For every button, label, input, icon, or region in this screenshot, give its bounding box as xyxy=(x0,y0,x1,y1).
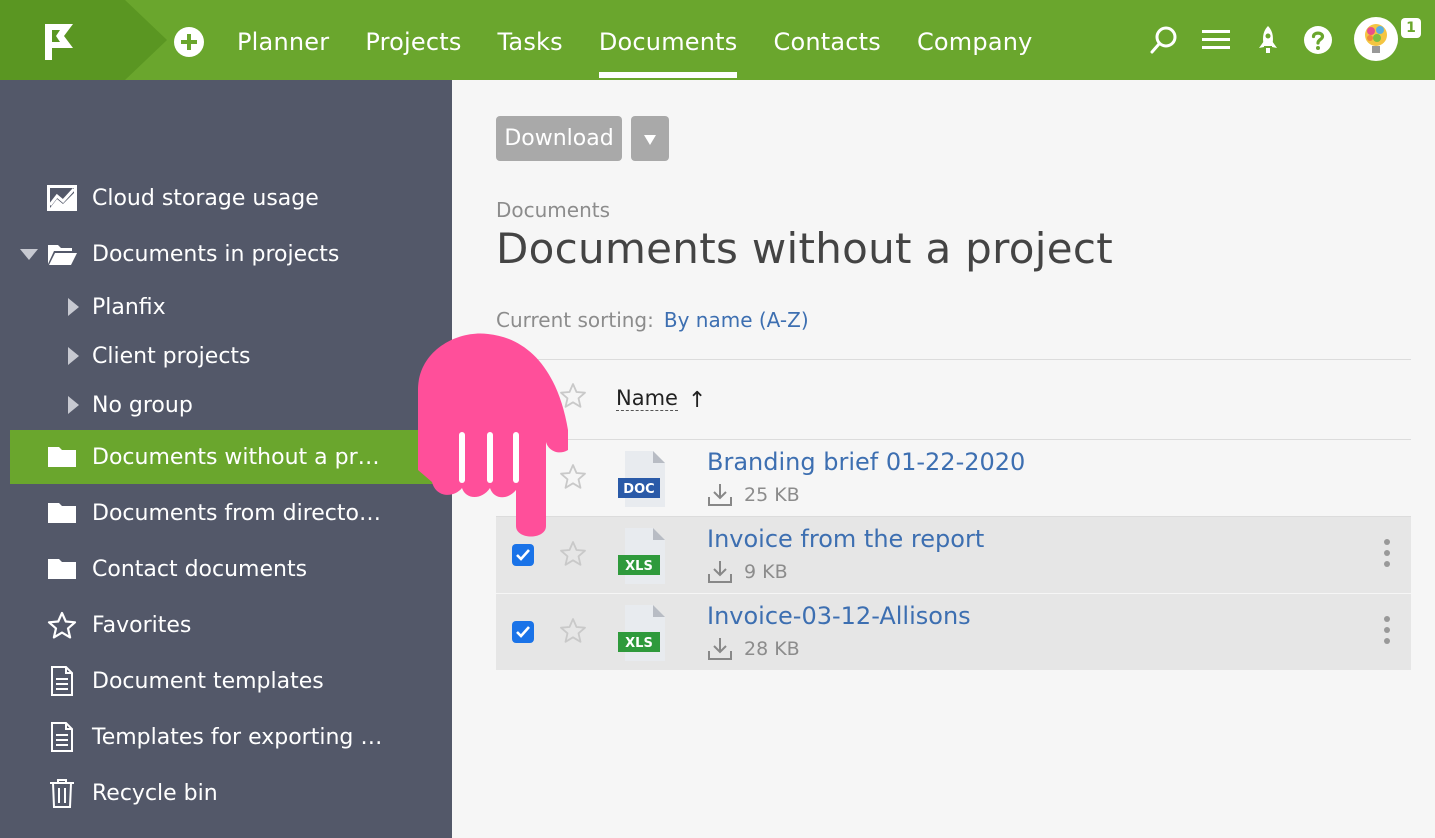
sidebar-item-document-templates[interactable]: Document templates xyxy=(0,655,452,707)
sidebar-item-label: Templates for exporting … xyxy=(92,724,383,750)
nav-contacts[interactable]: Contacts xyxy=(773,0,880,80)
xls-file-icon: XLS xyxy=(618,528,665,584)
sidebar-item-label: Documents without a pr… xyxy=(92,444,380,470)
nav-planner[interactable]: Planner xyxy=(237,0,329,80)
rocket-icon[interactable] xyxy=(1252,24,1284,56)
sidebar-item-documents-from-directories[interactable]: Documents from directo… xyxy=(0,487,452,539)
sidebar-item-label: Contact documents xyxy=(92,556,308,582)
column-name-header[interactable]: Name xyxy=(616,386,678,411)
add-new-button[interactable] xyxy=(174,27,204,57)
top-bar: Planner Projects Tasks Documents Contact… xyxy=(0,0,1435,80)
chevron-right-icon[interactable] xyxy=(68,347,79,365)
document-icon xyxy=(46,665,78,697)
sorting-label: Current sorting: xyxy=(496,308,654,332)
chart-icon xyxy=(46,182,78,214)
doc-file-icon: DOC xyxy=(618,451,665,507)
folder-open-icon xyxy=(46,238,78,270)
chevron-down-icon[interactable] xyxy=(20,248,38,260)
nav-company[interactable]: Company xyxy=(917,0,1033,80)
sidebar-item-label: Recycle bin xyxy=(92,780,218,806)
file-name-link[interactable]: Invoice-03-12-Allisons xyxy=(707,602,971,630)
download-icon[interactable] xyxy=(707,483,733,507)
file-name-link[interactable]: Invoice from the report xyxy=(707,525,984,553)
avatar-bulb-icon xyxy=(1365,24,1387,53)
table-row[interactable]: XLS Invoice-03-12-Allisons 28 KB xyxy=(496,594,1411,670)
favorite-star-icon[interactable] xyxy=(559,617,587,645)
breadcrumb[interactable]: Documents xyxy=(496,198,610,222)
sidebar-item-contact-documents[interactable]: Contact documents xyxy=(0,543,452,595)
nav-projects[interactable]: Projects xyxy=(365,0,461,80)
xls-file-icon: XLS xyxy=(618,605,665,661)
sorting-info: Current sorting: By name (A-Z) xyxy=(496,308,809,332)
table-row[interactable]: DOC Branding brief 01-22-2020 25 KB xyxy=(496,440,1411,516)
chevron-right-icon[interactable] xyxy=(68,396,79,414)
download-icon[interactable] xyxy=(707,637,733,661)
sidebar-item-export-templates[interactable]: Templates for exporting … xyxy=(0,711,452,763)
file-type-label: XLS xyxy=(625,559,653,574)
file-type-label: XLS xyxy=(625,636,653,651)
sidebar-item-label: Cloud storage usage xyxy=(92,185,319,211)
sidebar-item-recycle-bin[interactable]: Recycle bin xyxy=(0,767,452,819)
sort-arrow[interactable]: ↑ xyxy=(688,388,706,413)
help-icon[interactable] xyxy=(1302,24,1334,56)
file-name-link[interactable]: Branding brief 01-22-2020 xyxy=(707,448,1025,476)
download-button[interactable]: Download xyxy=(496,116,622,161)
folder-icon xyxy=(46,553,78,585)
favorite-star-icon[interactable] xyxy=(559,463,587,491)
table-row[interactable]: XLS Invoice from the report 9 KB xyxy=(496,517,1411,593)
row-checkbox[interactable] xyxy=(512,621,534,643)
chevron-right-icon[interactable] xyxy=(68,298,79,316)
trash-icon xyxy=(46,777,78,809)
sidebar-item-label: Documents in projects xyxy=(92,241,340,267)
sidebar-item-no-group[interactable]: No group xyxy=(0,379,452,431)
favorite-all-star-icon[interactable] xyxy=(559,382,587,410)
star-icon xyxy=(46,609,78,641)
user-avatar[interactable] xyxy=(1354,17,1398,61)
planfix-logo-icon[interactable] xyxy=(42,22,76,62)
search-icon[interactable] xyxy=(1148,24,1180,56)
favorite-star-icon[interactable] xyxy=(559,540,587,568)
sidebar-item-favorites[interactable]: Favorites xyxy=(0,599,452,651)
sidebar-item-label: Client projects xyxy=(92,343,251,369)
main-nav: Planner Projects Tasks Documents Contact… xyxy=(237,0,1033,80)
sorting-value-link[interactable]: By name (A-Z) xyxy=(664,308,809,332)
sidebar: Cloud storage usage Documents in project… xyxy=(0,80,452,838)
sidebar-item-client-projects[interactable]: Client projects xyxy=(0,330,452,382)
file-type-label: DOC xyxy=(623,482,654,497)
file-size: 28 KB xyxy=(744,638,800,660)
row-checkbox[interactable] xyxy=(512,544,534,566)
folder-icon xyxy=(46,497,78,529)
more-options-icon[interactable] xyxy=(1381,539,1393,571)
menu-icon[interactable] xyxy=(1200,24,1232,56)
sidebar-item-planfix[interactable]: Planfix xyxy=(0,281,452,333)
nav-documents[interactable]: Documents xyxy=(598,0,738,80)
sidebar-item-label: Documents from directo… xyxy=(92,500,381,526)
download-icon[interactable] xyxy=(707,560,733,584)
sidebar-item-label: No group xyxy=(92,392,193,418)
main-content: Download Documents Documents without a p… xyxy=(452,80,1435,838)
nav-tasks[interactable]: Tasks xyxy=(498,0,563,80)
folder-icon xyxy=(46,441,78,473)
sidebar-item-label: Favorites xyxy=(92,612,192,638)
sidebar-item-cloud-storage[interactable]: Cloud storage usage xyxy=(0,172,452,224)
page-title: Documents without a project xyxy=(496,224,1114,273)
sidebar-item-documents-in-projects[interactable]: Documents in projects xyxy=(0,228,452,280)
file-size: 25 KB xyxy=(744,484,800,506)
notification-badge[interactable]: 1 xyxy=(1401,18,1421,38)
sidebar-item-documents-without-project[interactable]: Documents without a pr… xyxy=(10,430,452,484)
more-options-icon[interactable] xyxy=(1381,616,1393,648)
divider xyxy=(496,359,1411,360)
sidebar-item-label: Planfix xyxy=(92,294,166,320)
sidebar-item-label: Document templates xyxy=(92,668,324,694)
file-size: 9 KB xyxy=(744,561,788,583)
logo-arrow xyxy=(125,0,167,80)
download-dropdown-button[interactable] xyxy=(631,116,669,161)
document-icon xyxy=(46,721,78,753)
